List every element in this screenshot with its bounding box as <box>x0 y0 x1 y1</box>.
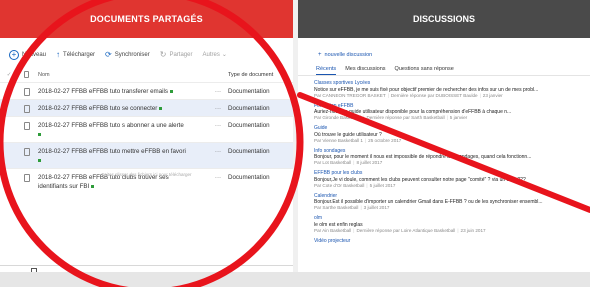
document-icon <box>23 148 30 156</box>
file-more-button[interactable]: ··· <box>208 121 228 130</box>
discussion-item[interactable]: Info sondages Bonjour, pour le moment il… <box>314 148 584 167</box>
discussion-meta: Par Gironde Basketball | Dernière réponse … <box>314 115 468 120</box>
file-type-header-icon <box>18 70 35 80</box>
upload-button[interactable]: ↑ Télécharger <box>56 51 95 59</box>
discussion-meta: Par Vienne Basketball 1 | 25 octobre 2017 <box>314 137 402 143</box>
drop-zone-hint[interactable]: Faites glisser des fichiers ici pour tél… <box>0 172 293 177</box>
file-name[interactable]: 2018-02-27 FFBB eFFBB tuto s abonner a u… <box>38 122 184 129</box>
document-icon <box>23 88 30 96</box>
column-header-name[interactable]: Nom <box>35 72 208 78</box>
select-all-check-icon[interactable]: ✓ <box>0 72 18 78</box>
file-type: Documentation <box>228 105 270 112</box>
new-indicator-icon <box>38 132 41 136</box>
file-name[interactable]: 2018-02-27 FFBB eFFBB tuto mettre eFFBB … <box>38 148 186 155</box>
file-row[interactable]: 2018-02-27 FFBB eFFBB tuto se connecter … <box>0 99 293 116</box>
discussion-title[interactable]: Vidéo projecteur <box>314 238 584 245</box>
tab-recent[interactable]: Récents <box>316 66 337 75</box>
discussion-item[interactable]: Guide Où trouve le guide utilisateur ? P… <box>314 125 584 144</box>
file-row[interactable]: 2018-02-27 FFBB eFFBB tuto mettre eFFBB … <box>0 142 293 168</box>
plus-icon: + <box>318 52 322 58</box>
discussion-meta: Par CANNEON TREGOR BASKET | Dernière répon… <box>314 92 503 98</box>
file-row[interactable]: 2018-02-27 FFBB eFFBB tuto transferer em… <box>0 82 293 99</box>
column-header-type[interactable]: Type de document <box>228 72 293 78</box>
share-icon: ↻ <box>159 50 167 59</box>
sync-button[interactable]: ⟳ Synchroniser <box>105 51 150 59</box>
file-type: Documentation <box>228 88 270 95</box>
discussion-meta: Par Lot Basketball | 8 juillet 2017 <box>314 160 383 165</box>
documents-toolbar: + Nouveau ↑ Télécharger ⟳ Synchroniser ↻… <box>0 44 293 66</box>
discussion-meta: Par Cote d'Or Basketball | 5 juillet 2017 <box>314 182 396 188</box>
document-icon <box>23 105 30 113</box>
chevron-down-icon: ⌄ <box>221 52 227 58</box>
discussions-panel: DISCUSSIONS + nouvelle discussion Récent… <box>298 0 590 287</box>
new-discussion-link[interactable]: + nouvelle discussion <box>318 52 590 58</box>
file-type: Documentation <box>228 148 270 155</box>
discussion-meta: Par Ain Basketball | Dernière réponse par … <box>314 227 486 233</box>
discussion-item[interactable]: Calendrier Bonjour.Est il possible d'imp… <box>314 193 584 212</box>
new-button[interactable]: + Nouveau <box>9 50 46 60</box>
file-row[interactable]: 2018-02-27 FFBB eFFBB tuto s abonner a u… <box>0 116 293 142</box>
plus-circle-icon: + <box>9 50 19 60</box>
discussion-tabs: Récents Mes discussions Questions sans r… <box>298 66 590 75</box>
new-indicator-icon <box>38 158 41 162</box>
discussions-header: DISCUSSIONS <box>298 0 590 38</box>
tab-unanswered[interactable]: Questions sans réponse <box>395 66 454 75</box>
document-icon <box>23 122 30 130</box>
file-more-button[interactable]: ··· <box>208 104 228 113</box>
tab-my-discussions[interactable]: Mes discussions <box>345 66 385 75</box>
discussion-item[interactable]: olm le olm est enfin reglas Par Ain Bask… <box>314 215 584 234</box>
discussion-item[interactable]: EFFBB pour les clubs Bonjour,Je vi doule… <box>314 170 584 189</box>
new-indicator-icon <box>159 106 163 110</box>
new-indicator-icon <box>91 184 95 188</box>
documents-panel: DOCUMENTS PARTAGÉS + Nouveau ↑ Télécharg… <box>0 0 293 287</box>
file-type: Documentation <box>228 122 270 129</box>
new-indicator-icon <box>170 89 173 93</box>
share-button[interactable]: ↻ Partager <box>160 51 193 59</box>
divider <box>298 75 590 76</box>
file-name[interactable]: 2018-02-27 FFBB eFFBB tuto transferer em… <box>38 88 168 95</box>
upload-arrow-icon: ↑ <box>56 50 61 59</box>
discussion-item[interactable]: Vidéo projecteur <box>314 238 584 245</box>
documents-header: DOCUMENTS PARTAGÉS <box>0 0 293 38</box>
file-more-button[interactable]: ··· <box>208 87 228 96</box>
divider <box>0 265 293 266</box>
file-name[interactable]: 2018-02-27 FFBB eFFBB tuto se connecter <box>38 105 157 112</box>
discussion-meta: Par Sarthe Basketball | 3 juillet 2017 <box>314 205 390 210</box>
discussion-list: Classes sportives Lycées Notice sur eFFB… <box>298 80 590 244</box>
sync-icon: ⟳ <box>105 50 112 59</box>
more-button[interactable]: Autres ⌄ <box>202 52 226 58</box>
file-list-header: ✓ Nom Type de document <box>0 68 293 82</box>
discussion-item[interactable]: Formation eFFBB Auriez-nous un guide uti… <box>314 103 584 122</box>
discussion-item[interactable]: Classes sportives Lycées Notice sur eFFB… <box>314 80 584 99</box>
file-more-button[interactable]: ··· <box>208 147 228 156</box>
bottom-bar <box>0 272 590 287</box>
